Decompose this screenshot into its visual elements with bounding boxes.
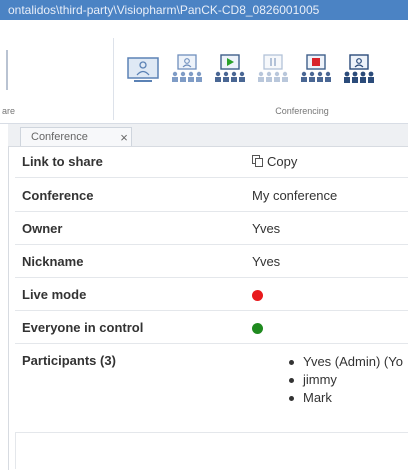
tab-conference[interactable]: Conference × [20,127,132,146]
copy-label: Copy [267,154,298,169]
stop-live-button[interactable] [299,53,331,87]
participants-label: Participants (3) [22,353,116,368]
row-link-to-share: Link to share Copy [15,146,408,178]
owner-value: Yves [252,221,281,236]
presentation-button[interactable] [126,53,159,87]
bullet [289,360,294,365]
live-mode-status-dot[interactable] [252,290,263,301]
ribbon-left-group-label: are [2,106,16,116]
row-label: Live mode [22,287,87,302]
row-conference: Conference My conference [15,180,408,212]
participants-group-icon [344,54,374,83]
presenter-audience-icon [172,54,202,82]
empty-panel-area [15,432,408,469]
participants-list: Yves (Admin) (Yo jimmy Mark [285,353,403,407]
row-label: Conference [22,188,94,203]
pause-live-button[interactable] [256,53,288,87]
list-item: Mark [285,389,403,407]
bullet [289,396,294,401]
stop-audience-icon [301,54,331,82]
tab-bar: Conference × [8,124,408,147]
window-title-bar: ontalidos\third-party\Visiopharm\PanCK-C… [0,0,408,20]
ribbon-left-edge [6,50,11,90]
row-label: Owner [22,221,63,236]
list-item: jimmy [285,371,403,389]
copy-link-button[interactable]: Copy [252,154,297,169]
pause-audience-icon [258,54,288,82]
presentation-screen-icon [127,57,159,82]
nickname-value[interactable]: Yves [252,254,280,269]
ribbon-group-label: Conferencing [275,106,329,116]
conference-name-value: My conference [252,188,338,203]
row-everyone-in-control: Everyone in control [15,312,408,344]
list-item: Yves (Admin) (Yo [285,353,403,371]
row-nickname: Nickname Yves [15,246,408,278]
participant-name: Yves (Admin) (Yo [303,354,403,369]
presenter-audience-button[interactable] [170,53,202,87]
row-label: Everyone in control [22,320,144,335]
close-icon[interactable]: × [118,128,130,147]
row-participants: Participants (3) Yves (Admin) (Yo jimmy … [15,347,408,437]
participants-button[interactable] [342,53,374,87]
tab-label: Conference [31,131,88,143]
window-title: ontalidos\third-party\Visiopharm\PanCK-C… [8,3,320,17]
participant-name: Mark [303,390,332,405]
everyone-in-control-status-dot[interactable] [252,323,263,334]
bullet [289,378,294,383]
row-label: Nickname [22,254,84,269]
participant-name: jimmy [303,372,337,387]
row-live-mode: Live mode [15,279,408,311]
play-audience-icon [215,54,245,82]
conference-properties-panel: Link to share Copy Conference My confere… [8,146,408,470]
start-live-button[interactable] [213,53,245,87]
ribbon-group-separator [113,38,114,120]
row-owner: Owner Yves [15,213,408,245]
ribbon-toolbar: are Conferencing [0,20,408,124]
copy-icon [252,155,263,167]
row-label: Link to share [22,154,103,169]
